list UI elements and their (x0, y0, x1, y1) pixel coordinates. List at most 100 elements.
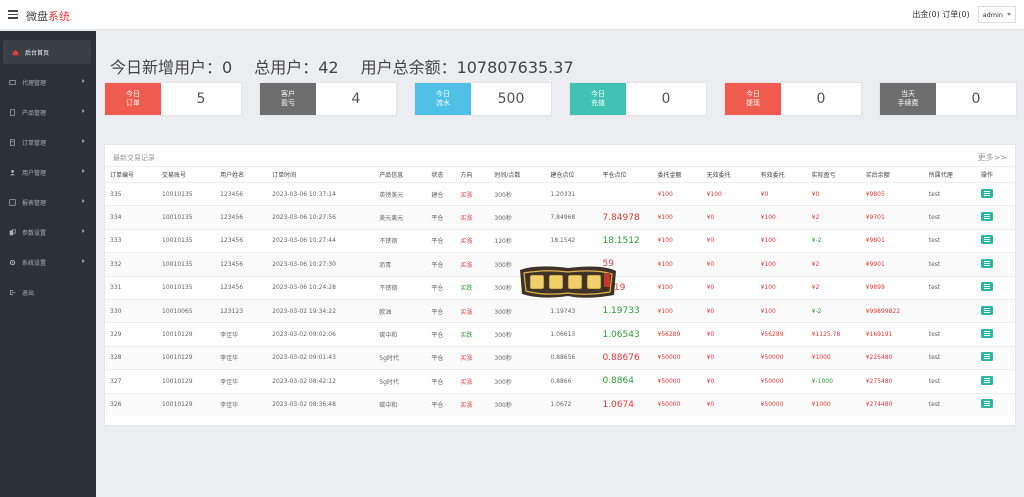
sidebar-item-home[interactable]: 后台首页 (3, 40, 91, 64)
column-header: 订单时间 (267, 166, 375, 183)
order-time-cell: 2023-03-02 19:34:22 (267, 298, 375, 323)
valid-entrust-cell: ¥100 (755, 228, 807, 253)
trade-account-cell: 10010135 (157, 181, 216, 206)
invalid-entrust-cell: ¥0 (701, 252, 756, 277)
sidebar-item-product[interactable]: 产品管理 (0, 100, 96, 124)
entrust-amount-cell: ¥50000 (652, 392, 702, 417)
sidebar-item-report[interactable]: 报表管理 (0, 190, 96, 214)
sidebar-item-label: 用户管理 (22, 169, 47, 177)
menu-toggle-icon[interactable] (8, 10, 18, 19)
user-name-cell: 李佳华 (215, 392, 268, 417)
chevron-right-icon (82, 229, 85, 233)
trade-direction-cell: 买涨 (455, 345, 490, 370)
valid-entrust-cell: ¥100 (755, 252, 807, 277)
user-dropdown[interactable]: admin (977, 6, 1016, 23)
order-time-cell: 2023-03-06 10:37:14 (267, 181, 375, 206)
agent-cell: test (923, 369, 976, 394)
invalid-entrust-cell: ¥0 (701, 369, 756, 394)
table-row: 329 10010129 李佳华 2023-03-02 09:02:06 碳中和 平仓 买跌… (105, 322, 1015, 347)
view-detail-button[interactable] (980, 188, 993, 198)
period-cell: 300秒 (489, 345, 546, 370)
sidebar-item-system[interactable]: 系统设置 (0, 250, 96, 274)
product-info-cell: 沥青 (374, 252, 427, 277)
trade-direction-cell: 买涨 (455, 298, 490, 323)
order-status-cell: 平仓 (426, 205, 456, 230)
stat-card-orders: 今日 订单 5 (104, 82, 242, 116)
view-detail-button[interactable] (980, 329, 993, 339)
column-header: 方向 (455, 166, 490, 183)
actual-pnl-cell: ¥1000 (806, 392, 861, 417)
valid-entrust-cell: ¥100 (755, 275, 807, 300)
period-cell: 300秒 (489, 322, 546, 347)
invalid-entrust-cell: ¥0 (701, 275, 756, 300)
product-info-cell: 不锈钢 (374, 228, 427, 253)
column-header: 平仓点位 (597, 166, 653, 183)
operation-cell (975, 181, 1015, 206)
sidebar-item-logout[interactable]: 退出 (0, 280, 96, 304)
more-link[interactable]: 更多>> (978, 152, 1007, 163)
order-icon (10, 138, 15, 146)
trade-account-cell: 10010135 (157, 252, 216, 277)
period-cell: 300秒 (489, 369, 546, 394)
invalid-entrust-cell: ¥100 (701, 181, 756, 206)
open-price-cell: 1.0672 (545, 392, 598, 417)
actual-pnl-cell: ¥2 (806, 252, 861, 277)
trade-direction-cell: 买涨 (455, 392, 490, 417)
logo-accent: 系统 (48, 10, 70, 23)
total-users: 总用户：42 (254, 58, 339, 77)
stat-card-withdraw: 今日 提现 0 (724, 82, 862, 116)
view-detail-button[interactable] (980, 399, 993, 409)
order-id-cell: 329 (105, 322, 158, 347)
logo-main: 微盘 (26, 10, 48, 23)
trade-direction-cell: 买涨 (455, 205, 490, 230)
user-name-cell: 123456 (215, 228, 268, 253)
actual-pnl-cell: ¥1125.78 (806, 322, 861, 347)
table-header-row: 订单编号 交易账号 用户姓名 订单时间 产品信息 状态 方向 时间/点数 建仓点位 平仓点位 委托金… (105, 166, 1015, 183)
trade-direction-cell: 买涨 (455, 252, 490, 277)
product-info-cell: 美元离元 (374, 205, 427, 230)
open-price-cell: 7.84968 (545, 205, 598, 230)
sidebar-item-params[interactable]: 参数设置 (0, 220, 96, 244)
sidebar-item-label: 产品管理 (22, 109, 47, 117)
view-detail-button[interactable] (980, 212, 993, 222)
balance-after-cell: ¥9701 (860, 205, 924, 230)
order-time-cell: 2023-03-06 10:24:28 (267, 275, 375, 300)
table-row: 328 10010129 李佳华 2023-03-02 09:01:43 5g时代 平仓买… (105, 345, 1015, 370)
view-detail-button[interactable] (980, 375, 993, 385)
actual-pnl-cell: ¥0 (806, 181, 861, 206)
user-name-cell: 123456 (215, 275, 268, 300)
actual-pnl-cell: ¥1000 (806, 345, 861, 370)
chevron-right-icon (82, 139, 85, 143)
entrust-amount-cell: ¥100 (652, 252, 702, 277)
sidebar-item-label: 系统设置 (22, 259, 47, 267)
balance-after-cell: ¥9901 (860, 252, 924, 277)
app-logo[interactable]: 微盘系统 (26, 8, 70, 24)
view-detail-button[interactable] (980, 282, 993, 292)
period-cell: 300秒 (489, 205, 546, 230)
chevron-right-icon (82, 79, 85, 83)
product-info-cell: 碳中和 (374, 322, 427, 347)
sidebar-item-user[interactable]: 用户管理 (0, 160, 96, 184)
product-info-cell: 英镑美元 (374, 181, 427, 206)
view-detail-button[interactable] (980, 235, 993, 245)
period-cell: 300秒 (489, 181, 546, 206)
trade-direction-cell: 买涨 (455, 228, 490, 253)
stat-label: 今日 流水 (415, 83, 471, 115)
balance-after-cell: ¥225480 (860, 345, 924, 370)
chevron-right-icon (82, 199, 85, 203)
order-status-cell: 平仓 (426, 369, 456, 394)
invalid-entrust-cell: ¥0 (701, 228, 756, 253)
sidebar-item-agent[interactable]: 代理管理 (0, 70, 96, 94)
pending-links[interactable]: 出金(0) 订单(0) (912, 9, 969, 20)
column-header: 无效委托 (701, 166, 756, 183)
username: admin (982, 10, 1003, 19)
sidebar-item-label: 退出 (22, 289, 35, 297)
stat-value: 4 (351, 91, 361, 107)
entrust-amount-cell: ¥50000 (652, 345, 702, 370)
invalid-entrust-cell: ¥0 (701, 345, 756, 370)
view-detail-button[interactable] (980, 305, 993, 315)
view-detail-button[interactable] (980, 258, 993, 268)
view-detail-button[interactable] (980, 352, 993, 362)
trade-direction-cell: 买跌 (455, 322, 490, 347)
sidebar-item-order[interactable]: 订单管理 (0, 130, 96, 154)
